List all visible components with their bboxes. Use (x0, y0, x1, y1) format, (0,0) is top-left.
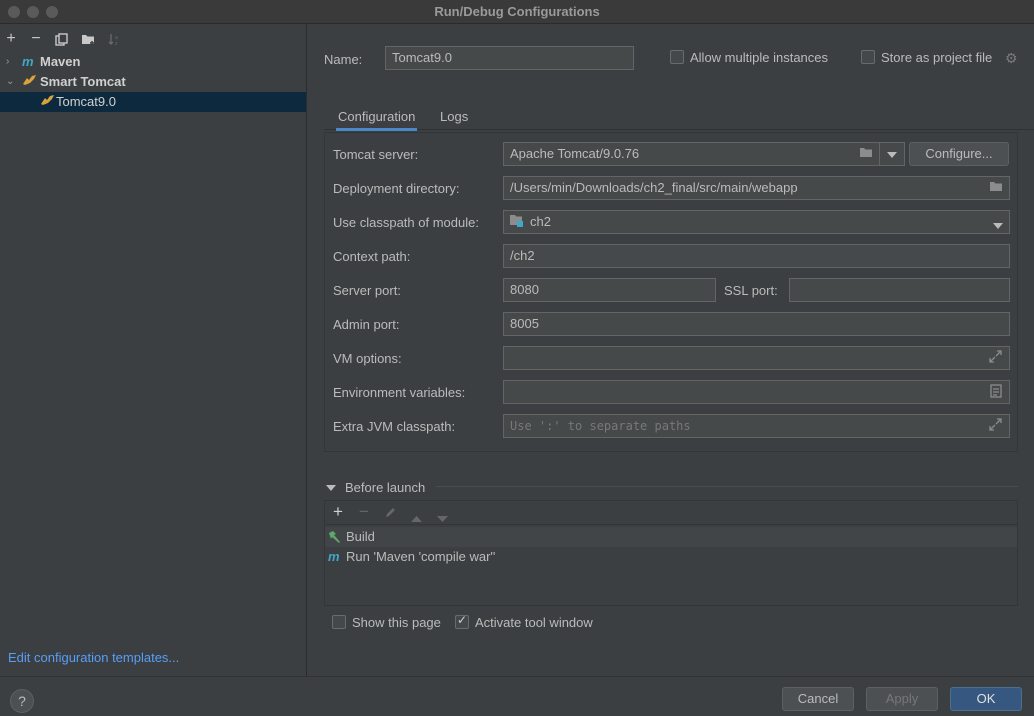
tomcat-icon (40, 92, 55, 112)
deployment-directory-label: Deployment directory: (333, 181, 460, 196)
environment-variables-label: Environment variables: (333, 385, 466, 400)
store-as-project-file-label: Store as project file (881, 50, 993, 65)
chevron-down-icon[interactable]: ⌄ (6, 72, 18, 92)
name-input[interactable]: Tomcat9.0 (385, 46, 634, 70)
folder-add-icon[interactable] (79, 30, 97, 48)
maven-icon: m (328, 549, 340, 564)
document-icon[interactable] (990, 384, 1002, 401)
classpath-module-select[interactable]: ch2 (503, 210, 1010, 234)
configuration-tree: › m Maven ⌄ Smart Tomcat Tomcat9.0 (0, 52, 306, 112)
divider (436, 486, 1018, 487)
admin-port-label: Admin port: (333, 317, 400, 332)
copy-icon[interactable] (52, 30, 70, 48)
tree-item-tomcat9[interactable]: Tomcat9.0 (0, 92, 306, 112)
edit-icon[interactable] (384, 506, 397, 522)
before-launch-header[interactable]: Before launch (324, 476, 1018, 496)
help-button[interactable]: ? (10, 689, 34, 713)
before-launch-list: + − Build m Run 'Maven 'compile war'' (324, 500, 1018, 606)
cancel-button[interactable]: Cancel (782, 687, 854, 711)
ssl-port-label: SSL port: (724, 283, 778, 298)
window-title: Run/Debug Configurations (434, 4, 600, 19)
vm-options-label: VM options: (333, 351, 402, 366)
sort-icon[interactable]: az (105, 30, 123, 48)
tree-item-smart-tomcat[interactable]: ⌄ Smart Tomcat (0, 72, 306, 92)
maven-icon: m (22, 54, 34, 69)
store-as-project-file-checkbox[interactable] (861, 50, 875, 64)
extra-jvm-classpath-label: Extra JVM classpath: (333, 419, 456, 434)
chevron-down-icon[interactable] (993, 218, 1003, 232)
vm-options-input[interactable] (503, 346, 1010, 370)
tab-bar: Configuration Logs (324, 104, 1034, 131)
allow-multiple-instances-label: Allow multiple instances (690, 50, 829, 65)
tree-item-label: Smart Tomcat (40, 74, 126, 89)
before-launch-title: Before launch (345, 480, 426, 495)
sidebar-toolbar: + − az (0, 28, 307, 50)
svg-text:z: z (115, 41, 118, 46)
remove-icon[interactable]: − (359, 502, 369, 522)
activate-tool-window-label: Activate tool window (475, 615, 593, 630)
apply-button[interactable]: Apply (866, 687, 938, 711)
chevron-right-icon[interactable]: › (6, 52, 18, 72)
server-port-input[interactable]: 8080 (503, 278, 716, 302)
allow-multiple-instances-checkbox[interactable] (670, 50, 684, 64)
add-icon[interactable]: + (333, 502, 343, 522)
list-item-label: Run 'Maven 'compile war'' (346, 549, 496, 564)
add-icon[interactable]: + (2, 30, 20, 48)
edit-configuration-templates-link[interactable]: Edit configuration templates... (8, 650, 179, 665)
tomcat-server-label: Tomcat server: (333, 147, 419, 162)
tree-item-maven[interactable]: › m Maven (0, 52, 306, 72)
gear-icon[interactable]: ⚙ (1005, 50, 1018, 67)
ok-button[interactable]: OK (950, 687, 1022, 711)
classpath-module-label: Use classpath of module: (333, 215, 479, 230)
module-icon (509, 214, 524, 230)
deployment-directory-input[interactable]: /Users/min/Downloads/ch2_final/src/main/… (503, 176, 1010, 200)
tomcat-server-select[interactable]: Apache Tomcat/9.0.76 (503, 142, 905, 166)
extra-jvm-classpath-input[interactable]: Use ':' to separate paths (503, 414, 1010, 438)
move-up-icon[interactable] (411, 510, 422, 525)
folder-icon[interactable] (989, 180, 1003, 195)
expand-icon[interactable] (989, 418, 1002, 434)
environment-variables-input[interactable] (503, 380, 1010, 404)
tomcat-icon (22, 72, 37, 92)
context-path-label: Context path: (333, 249, 411, 264)
dialog-footer: ? Cancel Apply OK (0, 676, 1034, 716)
server-port-label: Server port: (333, 283, 401, 298)
before-launch-toolbar: + − (325, 501, 1017, 525)
move-down-icon[interactable] (437, 510, 448, 525)
show-this-page-label: Show this page (352, 615, 441, 630)
list-item-maven[interactable]: m Run 'Maven 'compile war'' (325, 547, 1017, 567)
title-bar: Run/Debug Configurations (0, 0, 1034, 24)
tree-item-label: Tomcat9.0 (56, 94, 116, 109)
admin-port-input[interactable]: 8005 (503, 312, 1010, 336)
activate-tool-window-checkbox[interactable] (455, 613, 469, 629)
show-this-page-checkbox[interactable] (332, 615, 346, 629)
tab-configuration[interactable]: Configuration (336, 109, 418, 131)
triangle-down-icon[interactable] (326, 479, 336, 494)
expand-icon[interactable] (989, 350, 1002, 366)
configure-button[interactable]: Configure... (909, 142, 1009, 166)
folder-icon[interactable] (859, 146, 873, 161)
context-path-input[interactable]: /ch2 (503, 244, 1010, 268)
configuration-panel: Tomcat server: Apache Tomcat/9.0.76 Conf… (324, 132, 1018, 452)
name-label: Name: (324, 52, 363, 67)
remove-icon[interactable]: − (27, 30, 45, 48)
configuration-editor: Name: Tomcat9.0 Allow multiple instances… (308, 24, 1034, 676)
configurations-sidebar: + − az › m Maven ⌄ Smart Tomcat Tomcat9.… (0, 24, 307, 676)
tomcat-server-dropdown[interactable] (879, 142, 905, 166)
tree-item-label: Maven (40, 54, 81, 69)
ssl-port-input[interactable] (789, 278, 1010, 302)
list-item-build[interactable]: Build (325, 527, 1017, 547)
tab-logs[interactable]: Logs (440, 109, 468, 124)
list-item-label: Build (346, 529, 375, 544)
